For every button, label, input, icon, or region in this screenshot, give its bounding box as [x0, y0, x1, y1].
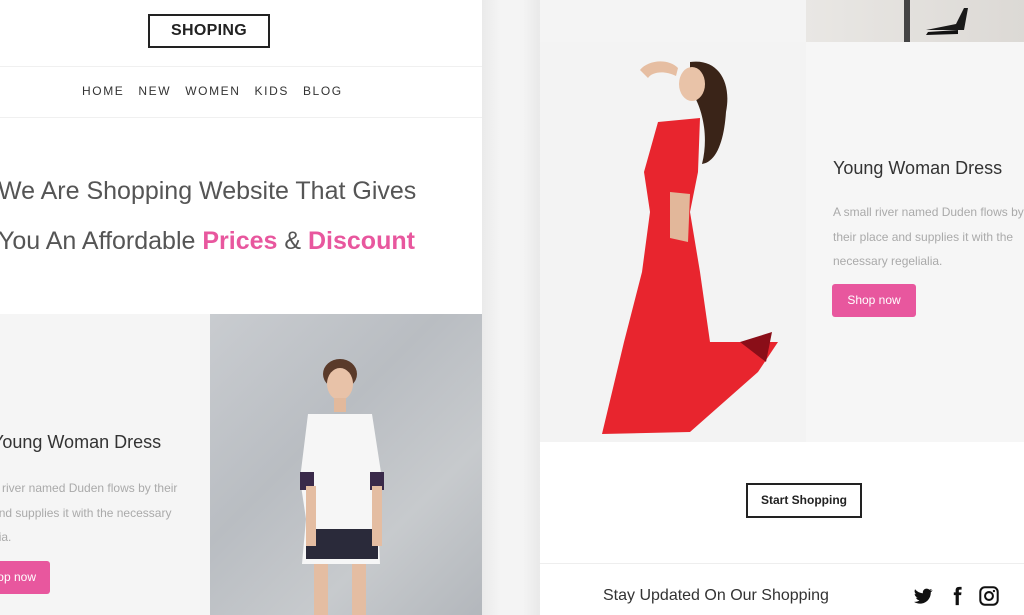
- product-photo-white-dress[interactable]: [210, 314, 482, 615]
- footer-divider: [540, 563, 1024, 564]
- nav-item-women[interactable]: WOMEN: [185, 84, 240, 98]
- hero-highlight-discount: Discount: [308, 227, 415, 255]
- right-page-panel: Young Woman Dress A small river named Du…: [540, 0, 1024, 615]
- nav-item-home[interactable]: HOME: [82, 84, 124, 98]
- hero-line-2: You An Affordable Prices & Discount: [0, 216, 478, 266]
- hero-line-1: We Are Shopping Website That Gives: [0, 177, 417, 205]
- nav-divider-bottom: [0, 117, 482, 118]
- facebook-icon[interactable]: [946, 585, 968, 612]
- left-page-panel: SHOPING HOME NEW WOMEN KIDS BLOG We Are …: [0, 0, 482, 615]
- hero-connector: &: [277, 227, 308, 255]
- product-photo-red-dress[interactable]: [540, 42, 806, 442]
- newsletter-heading: Stay Updated On Our Shopping: [603, 587, 829, 604]
- site-logo[interactable]: SHOPING: [148, 14, 270, 48]
- heels-image: [904, 0, 968, 42]
- nav-item-kids[interactable]: KIDS: [255, 84, 289, 98]
- product-title-left: Young Woman Dress: [0, 432, 162, 452]
- twitter-icon[interactable]: [912, 585, 934, 612]
- main-nav: HOME NEW WOMEN KIDS BLOG: [82, 84, 343, 98]
- product-desc-right: A small river named Duden flows by their…: [833, 205, 1024, 268]
- nav-item-new[interactable]: NEW: [138, 84, 171, 98]
- panel-gutter: [482, 0, 540, 615]
- top-product-photo[interactable]: [806, 0, 1024, 42]
- instagram-icon[interactable]: [978, 585, 1000, 612]
- hero-line-2-text: You An Affordable: [0, 227, 203, 255]
- nav-divider-top: [0, 66, 482, 67]
- model-white-dress-image: [300, 359, 384, 615]
- start-shopping-button[interactable]: Start Shopping: [746, 483, 862, 518]
- nav-item-blog[interactable]: BLOG: [303, 84, 343, 98]
- hero-highlight-prices: Prices: [202, 227, 278, 255]
- shop-now-button-left[interactable]: Shop now: [0, 561, 50, 594]
- product-desc-left: A small river named Duden flows by their…: [0, 481, 178, 544]
- model-red-dress-image: [602, 61, 778, 434]
- product-title-right: Young Woman Dress: [833, 158, 1003, 178]
- shop-now-button-right[interactable]: Shop now: [832, 284, 916, 317]
- hero-heading: We Are Shopping Website That Gives You A…: [0, 166, 478, 266]
